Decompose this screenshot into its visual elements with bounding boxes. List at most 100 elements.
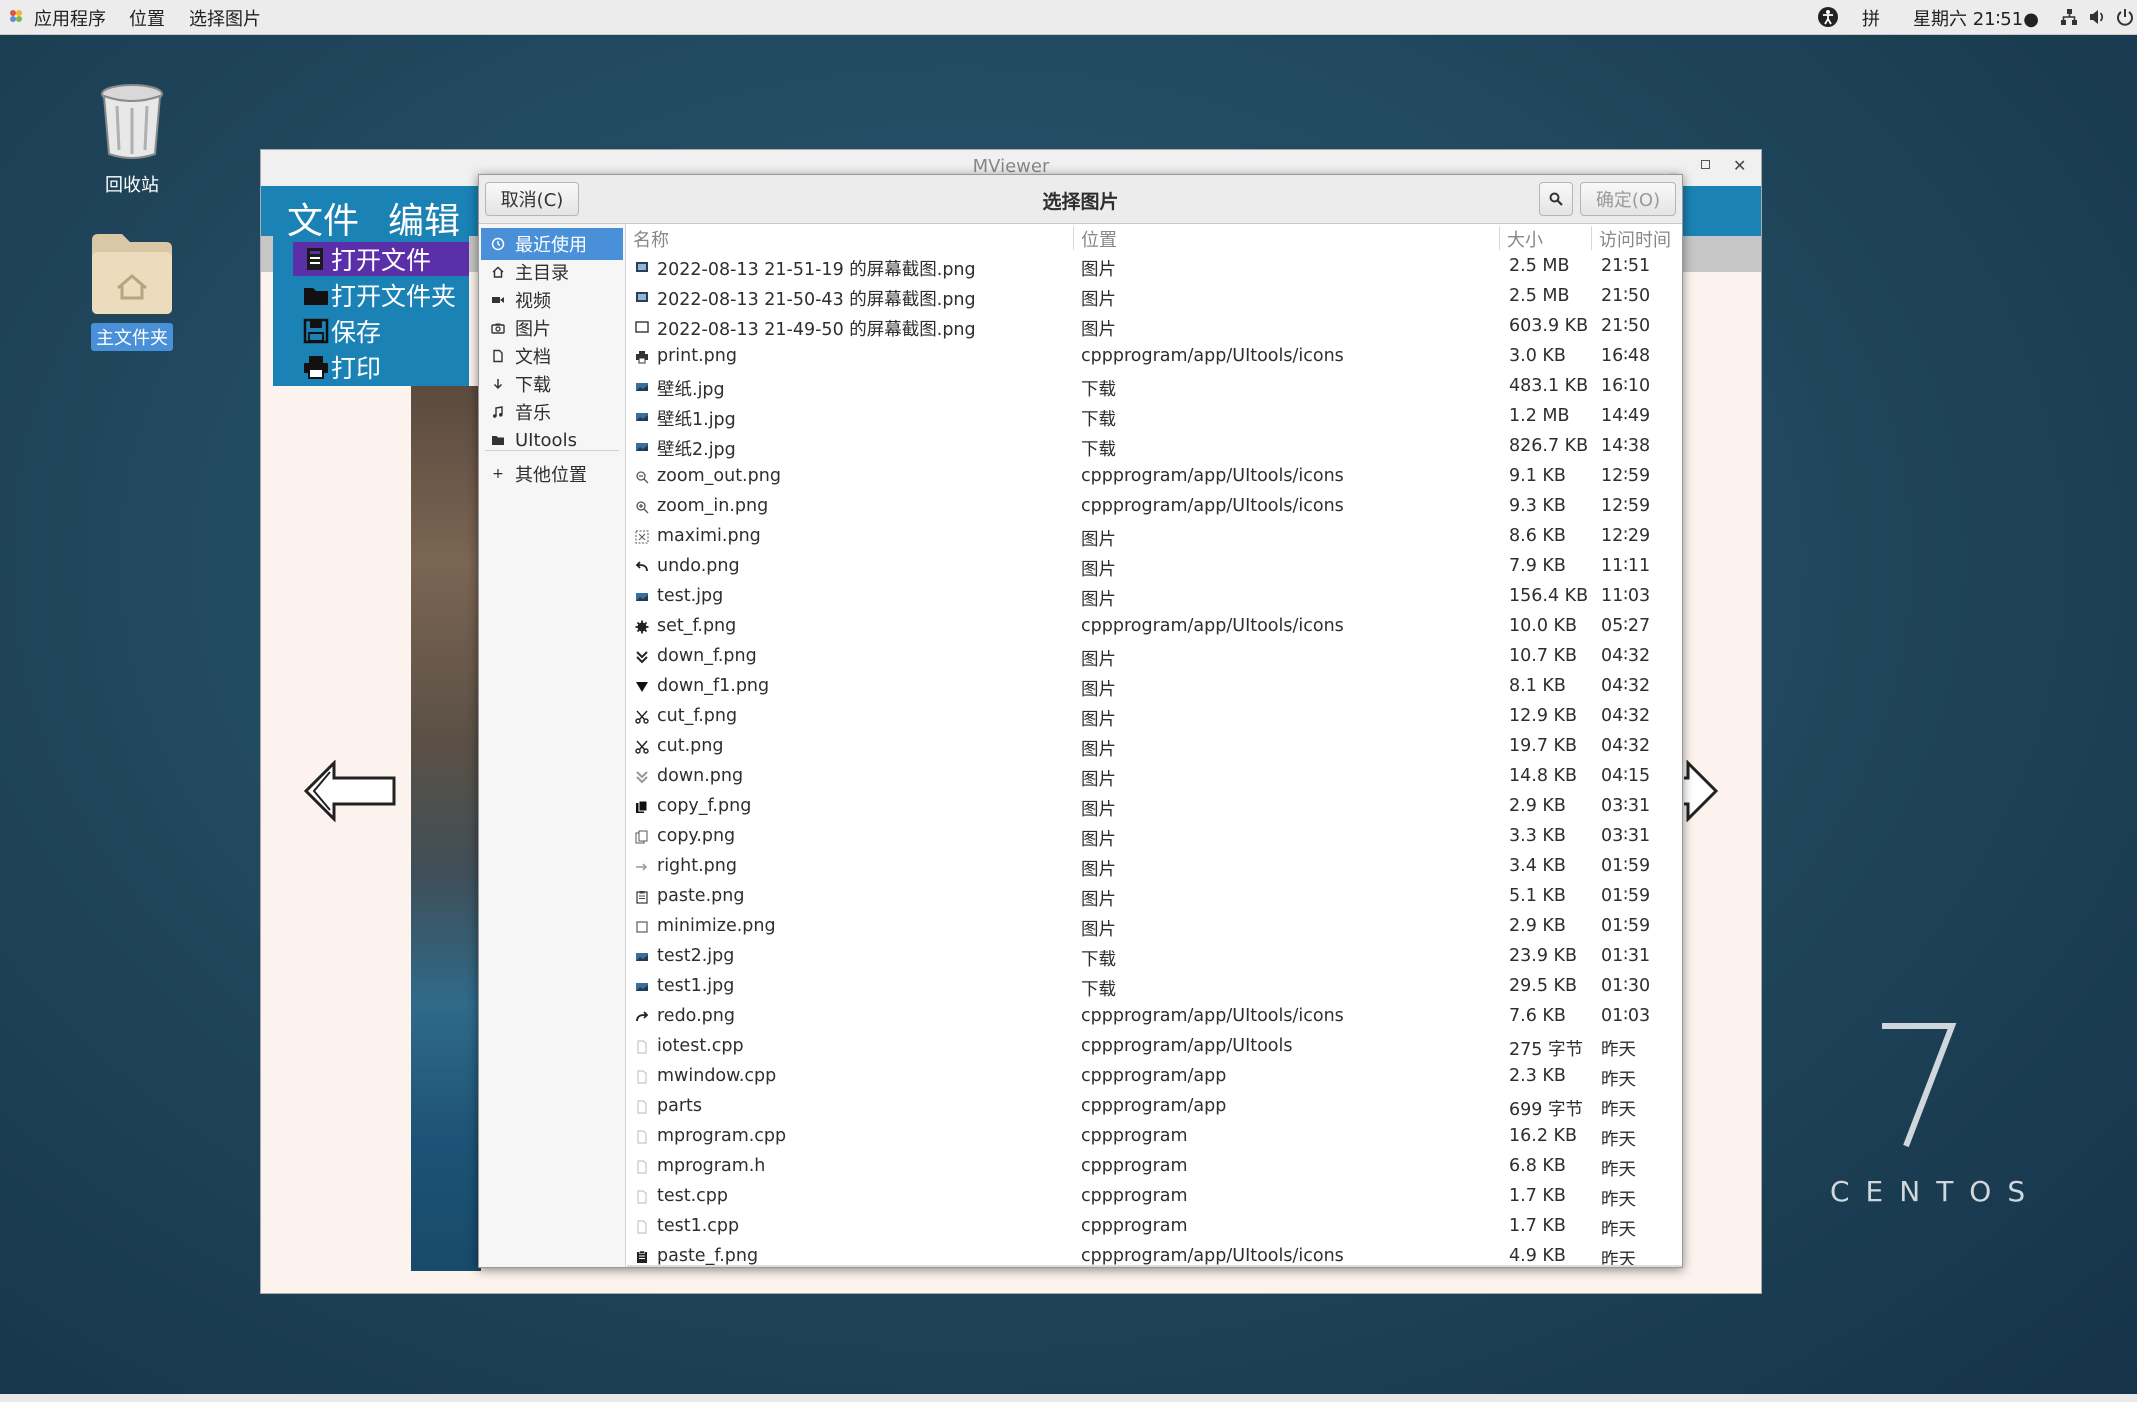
column-header-name[interactable]: 名称	[633, 226, 669, 251]
file-size: 10.0 KB	[1509, 616, 1578, 636]
active-app-menu[interactable]: 选择图片	[189, 5, 261, 31]
power-icon[interactable]	[2116, 8, 2134, 26]
places-menu[interactable]: 位置	[129, 5, 165, 31]
file-row[interactable]: redo.png cppprogram/app/UItools/icons 7.6 …	[627, 1002, 1682, 1032]
file-row[interactable]: down_f.png 图片 10.7 KB 04∶32	[627, 642, 1682, 672]
horizontal-scrollbar[interactable]	[627, 1265, 1682, 1267]
file-row[interactable]: mprogram.cpp cppprogram 16.2 KB 昨天	[627, 1122, 1682, 1152]
file-row[interactable]: iotest.cpp cppprogram/app/UItools 275 字节 昨天	[627, 1032, 1682, 1062]
plus-icon: +	[492, 466, 504, 482]
column-header-size[interactable]: 大小	[1507, 226, 1543, 251]
file-row[interactable]: mprogram.h cppprogram 6.8 KB 昨天	[627, 1152, 1682, 1182]
minimize-icon[interactable]: _	[1669, 156, 1677, 175]
file-row[interactable]: test1.jpg 下载 29.5 KB 01∶30	[627, 972, 1682, 1002]
file-access-time: 昨天	[1601, 1070, 1636, 1090]
cancel-button[interactable]: 取消(C)	[485, 182, 579, 216]
file-row[interactable]: 2022-08-13 21-49-50 的屏幕截图.png 图片 603.9 KB 2…	[627, 312, 1682, 342]
maximize-icon[interactable]	[1701, 160, 1710, 169]
file-name: print.png	[657, 346, 737, 366]
next-image-arrow-icon[interactable]	[1684, 760, 1718, 822]
search-icon	[1549, 192, 1563, 206]
file-row[interactable]: minimize.png 图片 2.9 KB 01∶59	[627, 912, 1682, 942]
file-name: set_f.png	[657, 616, 737, 636]
file-row[interactable]: mwindow.cpp cppprogram/app 2.3 KB 昨天	[627, 1062, 1682, 1092]
file-row[interactable]: zoom_out.png cppprogram/app/UItools/icons…	[627, 462, 1682, 492]
file-list[interactable]: 名称 位置 大小 访问时间 2022-08-13 21-51-19 的屏幕截图.…	[627, 224, 1682, 1267]
confirm-button[interactable]: 确定(O)	[1580, 182, 1676, 216]
sidebar-item-label: 视频	[515, 291, 551, 312]
desktop-trash[interactable]: 回收站	[88, 82, 176, 197]
file-row[interactable]: zoom_in.png cppprogram/app/UItools/icons 9…	[627, 492, 1682, 522]
file-row[interactable]: 2022-08-13 21-50-43 的屏幕截图.png 图片 2.5 MB 21∶…	[627, 282, 1682, 312]
file-row[interactable]: cut.png 图片 19.7 KB 04∶32	[627, 732, 1682, 762]
file-access-time: 01∶59	[1601, 916, 1651, 936]
file-row[interactable]: parts cppprogram/app 699 字节 昨天	[627, 1092, 1682, 1122]
file-size: 699 字节	[1509, 1100, 1583, 1120]
file-name: zoom_in.png	[657, 496, 769, 516]
file-size: 2.9 KB	[1509, 916, 1566, 936]
home-folder-label: 主文件夹	[91, 323, 173, 351]
file-row[interactable]: print.png cppprogram/app/UItools/icons 3.0…	[627, 342, 1682, 372]
file-menu-open-file[interactable]: 打开文件	[293, 242, 469, 276]
volume-icon[interactable]	[2088, 8, 2106, 26]
file-row[interactable]: 2022-08-13 21-51-19 的屏幕截图.png 图片 2.5 MB 21∶…	[627, 252, 1682, 282]
file-name: test1.jpg	[657, 976, 735, 996]
file-menu-print[interactable]: 打印	[303, 350, 381, 384]
accessibility-icon[interactable]	[1817, 6, 1839, 28]
file-size: 8.1 KB	[1509, 676, 1566, 696]
network-icon[interactable]	[2060, 8, 2078, 26]
file-row[interactable]: 壁纸1.jpg 下载 1.2 MB 14∶49	[627, 402, 1682, 432]
search-button[interactable]	[1539, 182, 1573, 216]
column-separator[interactable]	[1499, 226, 1500, 250]
column-separator[interactable]	[1073, 226, 1074, 250]
file-row[interactable]: paste.png 图片 5.1 KB 01∶59	[627, 882, 1682, 912]
places-sidebar: 最近使用 主目录 视频 图片 文档 下载 音乐 UItools + 其他位置	[479, 224, 626, 1267]
file-row[interactable]: 壁纸2.jpg 下载 826.7 KB 14∶38	[627, 432, 1682, 462]
file-row[interactable]: down_f1.png 图片 8.1 KB 04∶32	[627, 672, 1682, 702]
column-header-time[interactable]: 访问时间	[1599, 226, 1671, 251]
file-row[interactable]: undo.png 图片 7.9 KB 11∶11	[627, 552, 1682, 582]
file-row[interactable]: test1.cpp cppprogram 1.7 KB 昨天	[627, 1212, 1682, 1242]
file-row[interactable]: cut_f.png 图片 12.9 KB 04∶32	[627, 702, 1682, 732]
applications-menu[interactable]: 应用程序	[34, 5, 106, 31]
file-menu-open-folder[interactable]: 打开文件夹	[303, 278, 456, 312]
file-row[interactable]: down.png 图片 14.8 KB 04∶15	[627, 762, 1682, 792]
file-location: cppprogram	[1081, 1186, 1188, 1206]
sidebar-item-other-locations[interactable]: + 其他位置	[481, 458, 623, 490]
file-row[interactable]: set_f.png cppprogram/app/UItools/icons 10.…	[627, 612, 1682, 642]
trash-label: 回收站	[105, 175, 159, 196]
file-access-time: 21∶50	[1601, 316, 1651, 336]
applications-icon[interactable]	[9, 9, 23, 23]
input-method-indicator[interactable]: 拼	[1862, 5, 1880, 31]
file-name: mprogram.h	[657, 1156, 766, 1176]
file-row[interactable]: paste_f.png cppprogram/app/UItools/icons 4…	[627, 1242, 1682, 1267]
file-location: 图片	[1081, 260, 1116, 280]
file-row[interactable]: copy_f.png 图片 2.9 KB 03∶31	[627, 792, 1682, 822]
file-name: right.png	[657, 856, 737, 876]
file-row[interactable]: copy.png 图片 3.3 KB 03∶31	[627, 822, 1682, 852]
file-row[interactable]: test2.jpg 下载 23.9 KB 01∶31	[627, 942, 1682, 972]
column-separator[interactable]	[1591, 226, 1592, 250]
file-menu-save[interactable]: 保存	[303, 314, 381, 348]
file-location: cppprogram/app/UItools/icons	[1081, 616, 1344, 636]
file-name: copy_f.png	[657, 796, 752, 816]
sidebar-item-uitools[interactable]: UItools	[481, 424, 623, 456]
file-row[interactable]: test.cpp cppprogram 1.7 KB 昨天	[627, 1182, 1682, 1212]
file-access-time: 昨天	[1601, 1160, 1636, 1180]
file-row[interactable]: maximi.png 图片 8.6 KB 12∶29	[627, 522, 1682, 552]
file-access-time: 04∶32	[1601, 736, 1651, 756]
scissors-icon	[635, 710, 649, 724]
close-icon[interactable]: ✕	[1733, 156, 1746, 175]
previous-image-arrow-icon[interactable]	[302, 760, 398, 822]
desktop-home-folder[interactable]: 主文件夹	[86, 230, 178, 351]
file-name: minimize.png	[657, 916, 776, 936]
zoom-out-icon	[636, 471, 649, 484]
home-icon	[492, 266, 504, 278]
column-header-location[interactable]: 位置	[1081, 226, 1117, 251]
file-row[interactable]: right.png 图片 3.4 KB 01∶59	[627, 852, 1682, 882]
clock[interactable]: 星期六 21∶51●	[1913, 5, 2039, 31]
file-row[interactable]: 壁纸.jpg 下载 483.1 KB 16∶10	[627, 372, 1682, 402]
file-row[interactable]: test.jpg 图片 156.4 KB 11∶03	[627, 582, 1682, 612]
file-name: 2022-08-13 21-50-43 的屏幕截图.png	[657, 290, 976, 310]
file-location: cppprogram/app/UItools/icons	[1081, 496, 1344, 516]
